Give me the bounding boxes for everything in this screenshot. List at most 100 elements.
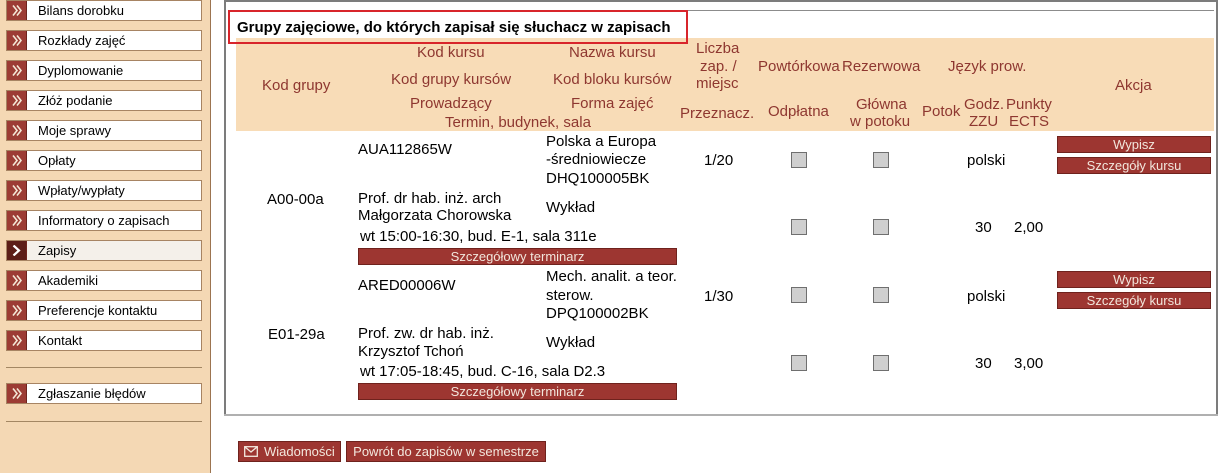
section-title-text: Grupy zajęciowe, do których zapisał się … (237, 18, 671, 36)
liczba-zapisanych: 1/30 (704, 288, 734, 305)
chevron-right-icon (7, 331, 27, 350)
chevron-right-icon (7, 151, 27, 170)
header-liczba: miejsc (696, 75, 739, 92)
chevron-right-icon (7, 384, 27, 403)
kod-kursu: ARED00006W (358, 277, 456, 294)
chevron-right-icon (7, 61, 27, 80)
sidebar-item-moje-sprawy[interactable]: Moje sprawy (6, 120, 202, 141)
frame-border (224, 0, 1218, 2)
sidebar-item-wplaty-wyplaty[interactable]: Wpłaty/wypłaty (6, 180, 202, 201)
sidebar-item-informatory[interactable]: Informatory o zapisach (6, 210, 202, 231)
chevron-right-icon (7, 1, 27, 20)
powrot-label: Powrót do zapisów w semestrze (353, 444, 539, 459)
wiadomosci-label: Wiadomości (264, 444, 335, 459)
punkty-ects: 2,00 (1014, 219, 1044, 236)
frame-border (224, 0, 226, 415)
sidebar-item-label: Dyplomowanie (38, 63, 124, 78)
header-prowadzacy: Prowadzący (410, 95, 492, 112)
odplatna-checkbox (791, 355, 807, 371)
header-glowna: Główna (856, 96, 907, 113)
wiadomosci-button[interactable]: Wiadomości (238, 441, 341, 462)
chevron-right-icon (7, 121, 27, 140)
header-punkty: Punkty (1006, 96, 1052, 113)
szczegolowy-terminarz-button[interactable]: Szczegółowy terminarz (358, 383, 677, 400)
sidebar-item-kontakt[interactable]: Kontakt (6, 330, 202, 351)
title-rule (684, 10, 1214, 11)
jezyk: polski (967, 152, 1006, 169)
nazwa-kursu: sterow. (546, 287, 594, 304)
kod-bloku: DHQ100005BK (546, 170, 650, 187)
powrot-button[interactable]: Powrót do zapisów w semestrze (346, 441, 546, 462)
header-liczba: zap. / (700, 58, 737, 75)
termin: wt 17:05-18:45, bud. C-16, sala D2.3 (360, 363, 606, 380)
powtorkowa-checkbox (791, 152, 807, 168)
szczegoly-kursu-button[interactable]: Szczegóły kursu (1057, 157, 1211, 174)
chevron-right-icon (7, 31, 27, 50)
szczegolowy-terminarz-button[interactable]: Szczegółowy terminarz (358, 248, 677, 265)
header-kod-grupy-kursow: Kod grupy kursów (391, 71, 512, 88)
kod-bloku: DPQ100002BK (546, 305, 649, 322)
kod-grupy: E01-29a (268, 326, 325, 343)
rezerwowa-checkbox (873, 152, 889, 168)
header-glowna: w potoku (850, 113, 911, 130)
section-title: Grupy zajęciowe, do których zapisał się … (228, 10, 688, 44)
liczba-zapisanych: 1/20 (704, 152, 734, 169)
header-odplatna: Odpłatna (768, 103, 829, 120)
envelope-icon (244, 446, 258, 457)
godz-zzu: 30 (975, 355, 992, 372)
frame-border (1216, 0, 1218, 415)
sidebar-item-label: Akademiki (38, 273, 98, 288)
header-rezerwowa: Rezerwowa (842, 58, 921, 75)
sidebar-item-oplaty[interactable]: Opłaty (6, 150, 202, 171)
chevron-right-icon (7, 91, 27, 110)
prowadzacy: Krzysztof Tchoń (358, 343, 464, 360)
kod-kursu: AUA112865W (358, 141, 452, 158)
kod-grupy: A00-00a (267, 191, 324, 208)
chevron-right-icon (7, 181, 27, 200)
sidebar-item-zapisy[interactable]: Zapisy (6, 240, 202, 261)
sidebar-item-akademiki[interactable]: Akademiki (6, 270, 202, 291)
header-godz: Godz. (964, 96, 1005, 113)
sidebar-item-label: Bilans dorobku (38, 3, 124, 18)
prowadzacy: Prof. dr hab. inż. arch (358, 190, 502, 207)
header-punkty: ECTS (1009, 113, 1050, 130)
sidebar-divider (6, 367, 202, 368)
sidebar-item-label: Zgłaszanie błędów (38, 386, 146, 401)
header-potok: Potok (922, 103, 961, 120)
header-kod-kursu: Kod kursu (417, 44, 485, 61)
sidebar-item-label: Wpłaty/wypłaty (38, 183, 125, 198)
prowadzacy: Małgorzata Chorowska (358, 207, 512, 224)
sidebar-item-preferencje-kontaktu[interactable]: Preferencje kontaktu (6, 300, 202, 321)
sidebar-item-dyplomowanie[interactable]: Dyplomowanie (6, 60, 202, 81)
sidebar-item-zglaszanie-bledow[interactable]: Zgłaszanie błędów (6, 383, 202, 404)
sidebar-item-rozklady-zajec[interactable]: Rozkłady zajęć (6, 30, 202, 51)
szczegoly-kursu-button[interactable]: Szczegóły kursu (1057, 292, 1211, 309)
punkty-ects: 3,00 (1014, 355, 1044, 372)
sidebar-item-label: Rozkłady zajęć (38, 33, 126, 48)
forma-zajec: Wykład (546, 334, 596, 351)
chevron-right-icon (7, 301, 27, 320)
forma-zajec: Wykład (546, 199, 596, 216)
nazwa-kursu: Mech. analit. a teor. (546, 268, 677, 285)
rezerwowa-checkbox (873, 287, 889, 303)
header-powtorkowa: Powtórkowa (758, 58, 840, 75)
glowna-checkbox (873, 219, 889, 235)
wypisz-button[interactable]: Wypisz (1057, 136, 1211, 153)
header-kod-grupy: Kod grupy (262, 77, 331, 94)
header-kod-bloku-kursow: Kod bloku kursów (553, 71, 672, 88)
main-content: Grupy zajęciowe, do których zapisał się … (224, 0, 1218, 473)
sidebar-item-zloz-podanie[interactable]: Złóż podanie (6, 90, 202, 111)
godz-zzu: 30 (975, 219, 992, 236)
sidebar-divider (6, 421, 202, 422)
sidebar-item-bilans-dorobku[interactable]: Bilans dorobku (6, 0, 202, 21)
header-jezyk: Język prow. (948, 58, 1027, 75)
sidebar-item-label: Opłaty (38, 153, 76, 168)
header-akcja: Akcja (1115, 77, 1152, 94)
sidebar-item-label: Kontakt (38, 333, 83, 348)
nazwa-kursu: Polska a Europa (546, 133, 657, 150)
sidebar-item-label: Informatory o zapisach (38, 213, 170, 228)
nazwa-kursu: -średniowiecze (546, 151, 647, 168)
header-termin: Termin, budynek, sala (445, 114, 591, 131)
wypisz-button[interactable]: Wypisz (1057, 271, 1211, 288)
termin: wt 15:00-16:30, bud. E-1, sala 311e (360, 228, 597, 245)
